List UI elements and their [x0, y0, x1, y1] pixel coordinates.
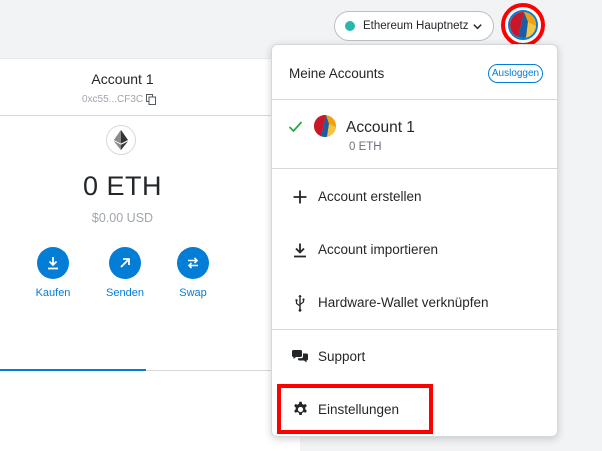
import-account-item[interactable]: Account importieren: [272, 223, 557, 276]
account-address[interactable]: 0xc55...CF3C: [82, 94, 157, 105]
swap-icon: [187, 257, 199, 269]
check-icon: [288, 121, 303, 133]
swap-button[interactable]: Swap: [163, 247, 223, 299]
account-list-balance: 0 ETH: [349, 141, 382, 153]
support-label: Support: [318, 349, 366, 364]
create-account-item[interactable]: Account erstellen: [272, 170, 557, 223]
copy-icon[interactable]: [146, 94, 157, 105]
account-list-item[interactable]: Account 1 0 ETH: [272, 101, 557, 169]
account-avatar-icon: [508, 10, 538, 40]
buy-button[interactable]: Kaufen: [23, 247, 83, 299]
account-menu-title: Meine Accounts: [289, 66, 385, 81]
account-address-text: 0xc55...CF3C: [82, 94, 144, 105]
network-status-dot: [345, 21, 355, 31]
logout-button[interactable]: Ausloggen: [488, 64, 543, 83]
send-label: Senden: [106, 287, 144, 299]
gear-icon: [293, 401, 307, 416]
settings-label: Einstellungen: [318, 402, 400, 417]
settings-item[interactable]: Einstellungen: [272, 383, 557, 436]
import-icon: [294, 243, 306, 257]
fiat-balance: $0.00 USD: [91, 211, 154, 225]
download-icon: [48, 257, 58, 270]
account-menu: Meine Accounts Ausloggen Account 1 0 ETH…: [271, 44, 558, 437]
ethereum-logo-icon: [106, 125, 136, 155]
usb-icon: [295, 294, 305, 312]
eth-balance: 0 ETH: [82, 171, 163, 201]
active-tab-indicator: [0, 369, 146, 371]
network-label: Ethereum Hauptnetz: [363, 20, 469, 32]
arrow-up-right-icon: [120, 258, 130, 268]
buy-label: Kaufen: [35, 287, 71, 299]
account-menu-header: Meine Accounts Ausloggen: [272, 45, 557, 100]
account-menu-button[interactable]: [501, 3, 545, 47]
support-item[interactable]: Support: [272, 330, 557, 383]
plus-icon: [293, 190, 307, 203]
account-list-name: Account 1: [346, 119, 415, 136]
account-name: Account 1: [91, 71, 154, 87]
account-header: Account 1 0xc55...CF3C: [0, 59, 300, 116]
send-button[interactable]: Senden: [95, 247, 155, 299]
connect-hardware-wallet-label: Hardware-Wallet verknüpfen: [318, 295, 489, 310]
chevron-down-icon: [473, 24, 482, 30]
swap-label: Swap: [179, 287, 207, 299]
account-avatar-icon: [314, 115, 336, 137]
network-selector[interactable]: Ethereum Hauptnetz: [334, 11, 494, 41]
import-account-label: Account importieren: [318, 242, 439, 257]
wallet-overview: Account 1 0xc55...CF3C 0 ETH $0.00 USD K…: [0, 58, 300, 451]
create-account-label: Account erstellen: [318, 189, 422, 204]
connect-hardware-wallet-item[interactable]: Hardware-Wallet verknüpfen: [272, 276, 557, 329]
chat-bubbles-icon: [292, 349, 308, 362]
